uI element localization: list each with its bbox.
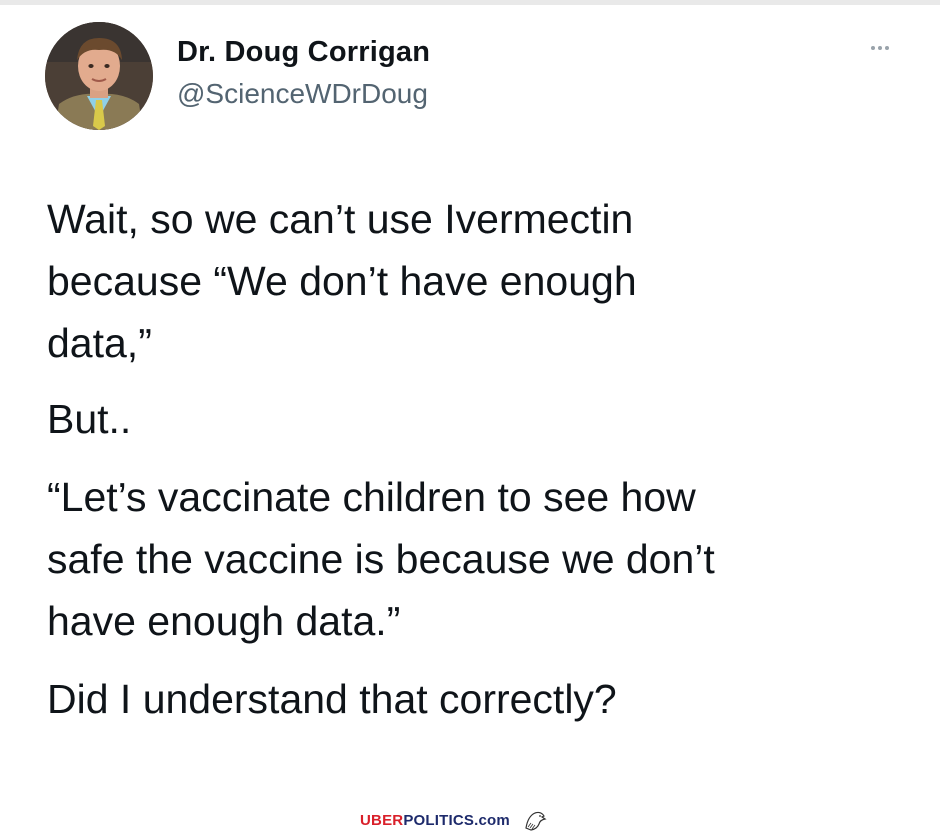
more-dot xyxy=(878,46,882,50)
tweet-paragraph: Wait, so we can’t use Ivermectin because… xyxy=(47,196,637,366)
tweet-text: Wait, so we can’t use Ivermectin because… xyxy=(47,188,907,746)
more-dot xyxy=(885,46,889,50)
top-divider xyxy=(0,0,940,5)
more-horizontal-icon[interactable] xyxy=(862,38,898,58)
display-name[interactable]: Dr. Doug Corrigan xyxy=(177,34,430,70)
tweet-paragraph: Did I understand that correctly? xyxy=(47,676,617,722)
eagle-icon xyxy=(525,811,547,831)
watermark-politics: POLITICS xyxy=(403,811,475,829)
tweet-paragraph: “Let’s vaccinate children to see how saf… xyxy=(47,474,715,644)
author-block: Dr. Doug Corrigan @ScienceWDrDoug xyxy=(177,34,430,111)
watermark: UBER POLITICS .com xyxy=(360,808,548,832)
profile-photo-icon xyxy=(45,22,153,130)
watermark-uber: UBER xyxy=(360,811,404,829)
tweet-card: Dr. Doug Corrigan @ScienceWDrDoug Wait, … xyxy=(0,0,940,834)
user-handle[interactable]: @ScienceWDrDoug xyxy=(177,77,430,111)
watermark-com: .com xyxy=(474,811,510,829)
tweet-paragraph: But.. xyxy=(47,396,132,442)
avatar[interactable] xyxy=(45,22,153,130)
more-dot xyxy=(871,46,875,50)
